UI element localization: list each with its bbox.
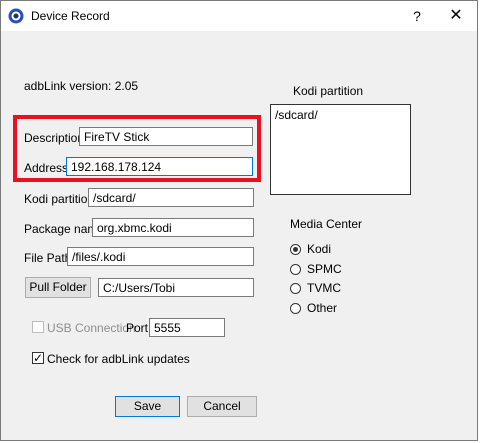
save-button[interactable]: Save [115, 396, 180, 417]
check-updates-label: Check for adbLink updates [47, 352, 190, 366]
kodi-partition-box-label: Kodi partition [293, 84, 364, 98]
close-icon: ✕ [449, 7, 463, 24]
dialog-content: adbLink version: 2.05 Kodi partition /sd… [1, 31, 477, 440]
title-bar: Device Record ? ✕ [1, 1, 477, 31]
kodi-partition-textarea[interactable]: /sdcard/ [270, 104, 411, 195]
package-name-field[interactable]: org.xbmc.kodi [92, 218, 254, 237]
description-label: Description [24, 131, 85, 145]
usb-connection-label: USB Connection [47, 321, 136, 335]
cancel-button[interactable]: Cancel [187, 396, 257, 417]
check-updates-checkbox[interactable] [32, 351, 44, 365]
file-path-label: File Path [24, 251, 72, 265]
window-title: Device Record [31, 9, 110, 23]
radio-label: TVMC [307, 281, 341, 295]
port-label: Port [126, 321, 149, 335]
address-field[interactable]: 192.168.178.124 [66, 157, 253, 176]
media-center-label: Media Center [290, 217, 363, 231]
radio-label: Kodi [307, 242, 332, 256]
address-label: Address [24, 161, 69, 175]
kodi-partition-label: Kodi partition [24, 192, 95, 206]
radio-label: SPMC [307, 262, 342, 276]
port-field[interactable]: 5555 [149, 318, 225, 337]
pull-folder-button[interactable]: Pull Folder [25, 277, 91, 298]
device-record-window: Device Record ? ✕ adbLink version: 2.05 … [0, 0, 478, 441]
radio-button[interactable] [290, 264, 301, 275]
radio-label: Other [307, 301, 338, 315]
usb-connection-checkbox[interactable] [32, 321, 44, 333]
radio-button[interactable] [290, 283, 301, 294]
help-button[interactable]: ? [406, 5, 428, 27]
close-button[interactable]: ✕ [445, 5, 467, 27]
radio-button[interactable] [290, 244, 301, 255]
app-logo-icon [8, 8, 24, 24]
version-label: adbLink version: 2.05 [24, 79, 139, 93]
file-path-field[interactable]: /files/.kodi [67, 247, 254, 266]
pull-folder-field[interactable]: C:/Users/Tobi [98, 278, 254, 297]
radio-button[interactable] [290, 303, 301, 314]
description-field[interactable]: FireTV Stick [79, 127, 253, 146]
kodi-partition-field[interactable]: /sdcard/ [88, 188, 254, 207]
